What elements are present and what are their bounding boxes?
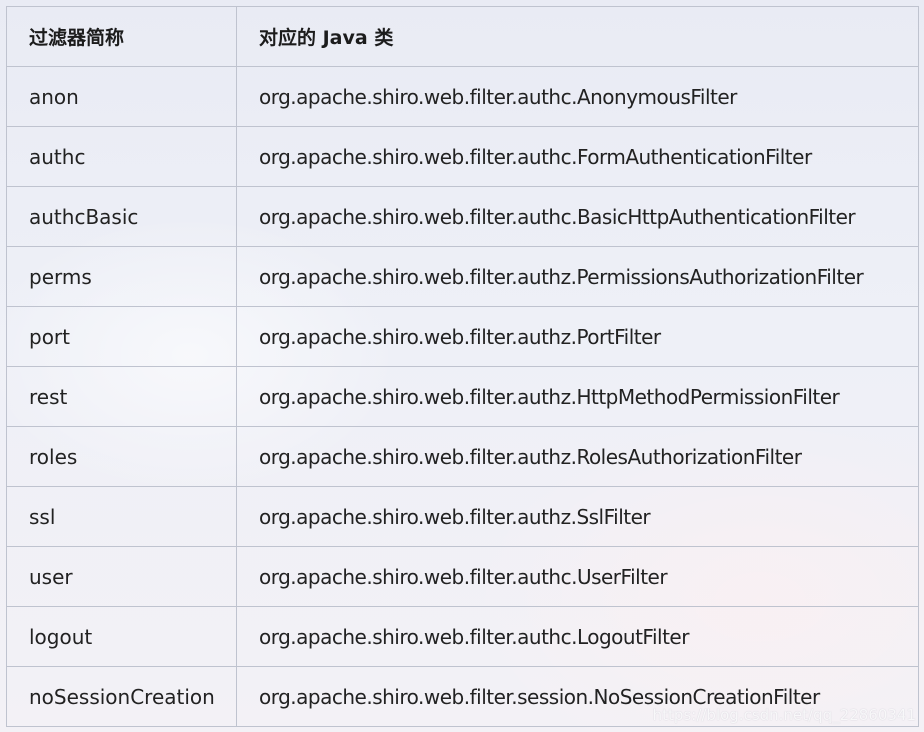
table-row: ssl org.apache.shiro.web.filter.authz.Ss… — [6, 486, 919, 547]
filter-name-cell: ssl — [6, 486, 237, 547]
table-row: user org.apache.shiro.web.filter.authc.U… — [6, 546, 919, 607]
java-class-cell: org.apache.shiro.web.filter.session.NoSe… — [236, 666, 919, 727]
table-row: authcBasic org.apache.shiro.web.filter.a… — [6, 186, 919, 247]
filter-name-cell: user — [6, 546, 237, 607]
table-row: port org.apache.shiro.web.filter.authz.P… — [6, 306, 919, 367]
filter-name-cell: anon — [6, 66, 237, 127]
java-class-cell: org.apache.shiro.web.filter.authc.BasicH… — [236, 186, 919, 247]
header-java-class: 对应的 Java 类 — [236, 6, 919, 67]
filter-name-cell: perms — [6, 246, 237, 307]
filter-name-cell: noSessionCreation — [6, 666, 237, 727]
table-row: anon org.apache.shiro.web.filter.authc.A… — [6, 66, 919, 127]
table-row: logout org.apache.shiro.web.filter.authc… — [6, 606, 919, 667]
filter-name-cell: authcBasic — [6, 186, 237, 247]
table-row: authc org.apache.shiro.web.filter.authc.… — [6, 126, 919, 187]
java-class-cell: org.apache.shiro.web.filter.authc.FormAu… — [236, 126, 919, 187]
java-class-cell: org.apache.shiro.web.filter.authz.RolesA… — [236, 426, 919, 487]
java-class-cell: org.apache.shiro.web.filter.authz.Permis… — [236, 246, 919, 307]
table-row: rest org.apache.shiro.web.filter.authz.H… — [6, 366, 919, 427]
filter-name-cell: logout — [6, 606, 237, 667]
table-row: noSessionCreation org.apache.shiro.web.f… — [6, 666, 919, 727]
header-filter-name: 过滤器简称 — [6, 6, 237, 67]
table-row: perms org.apache.shiro.web.filter.authz.… — [6, 246, 919, 307]
java-class-cell: org.apache.shiro.web.filter.authc.Logout… — [236, 606, 919, 667]
filter-name-cell: authc — [6, 126, 237, 187]
java-class-cell: org.apache.shiro.web.filter.authz.SslFil… — [236, 486, 919, 547]
filter-name-cell: rest — [6, 366, 237, 427]
table-row: roles org.apache.shiro.web.filter.authz.… — [6, 426, 919, 487]
java-class-cell: org.apache.shiro.web.filter.authz.HttpMe… — [236, 366, 919, 427]
filter-name-cell: port — [6, 306, 237, 367]
page-background: 过滤器简称 对应的 Java 类 anon org.apache.shiro.w… — [0, 0, 924, 732]
java-class-cell: org.apache.shiro.web.filter.authz.PortFi… — [236, 306, 919, 367]
filter-name-cell: roles — [6, 426, 237, 487]
table-header: 过滤器简称 对应的 Java 类 — [6, 6, 919, 67]
filter-table: 过滤器简称 对应的 Java 类 anon org.apache.shiro.w… — [6, 6, 919, 727]
table-body: anon org.apache.shiro.web.filter.authc.A… — [6, 66, 919, 727]
java-class-cell: org.apache.shiro.web.filter.authc.Anonym… — [236, 66, 919, 127]
header-row: 过滤器简称 对应的 Java 类 — [6, 6, 919, 67]
java-class-cell: org.apache.shiro.web.filter.authc.UserFi… — [236, 546, 919, 607]
